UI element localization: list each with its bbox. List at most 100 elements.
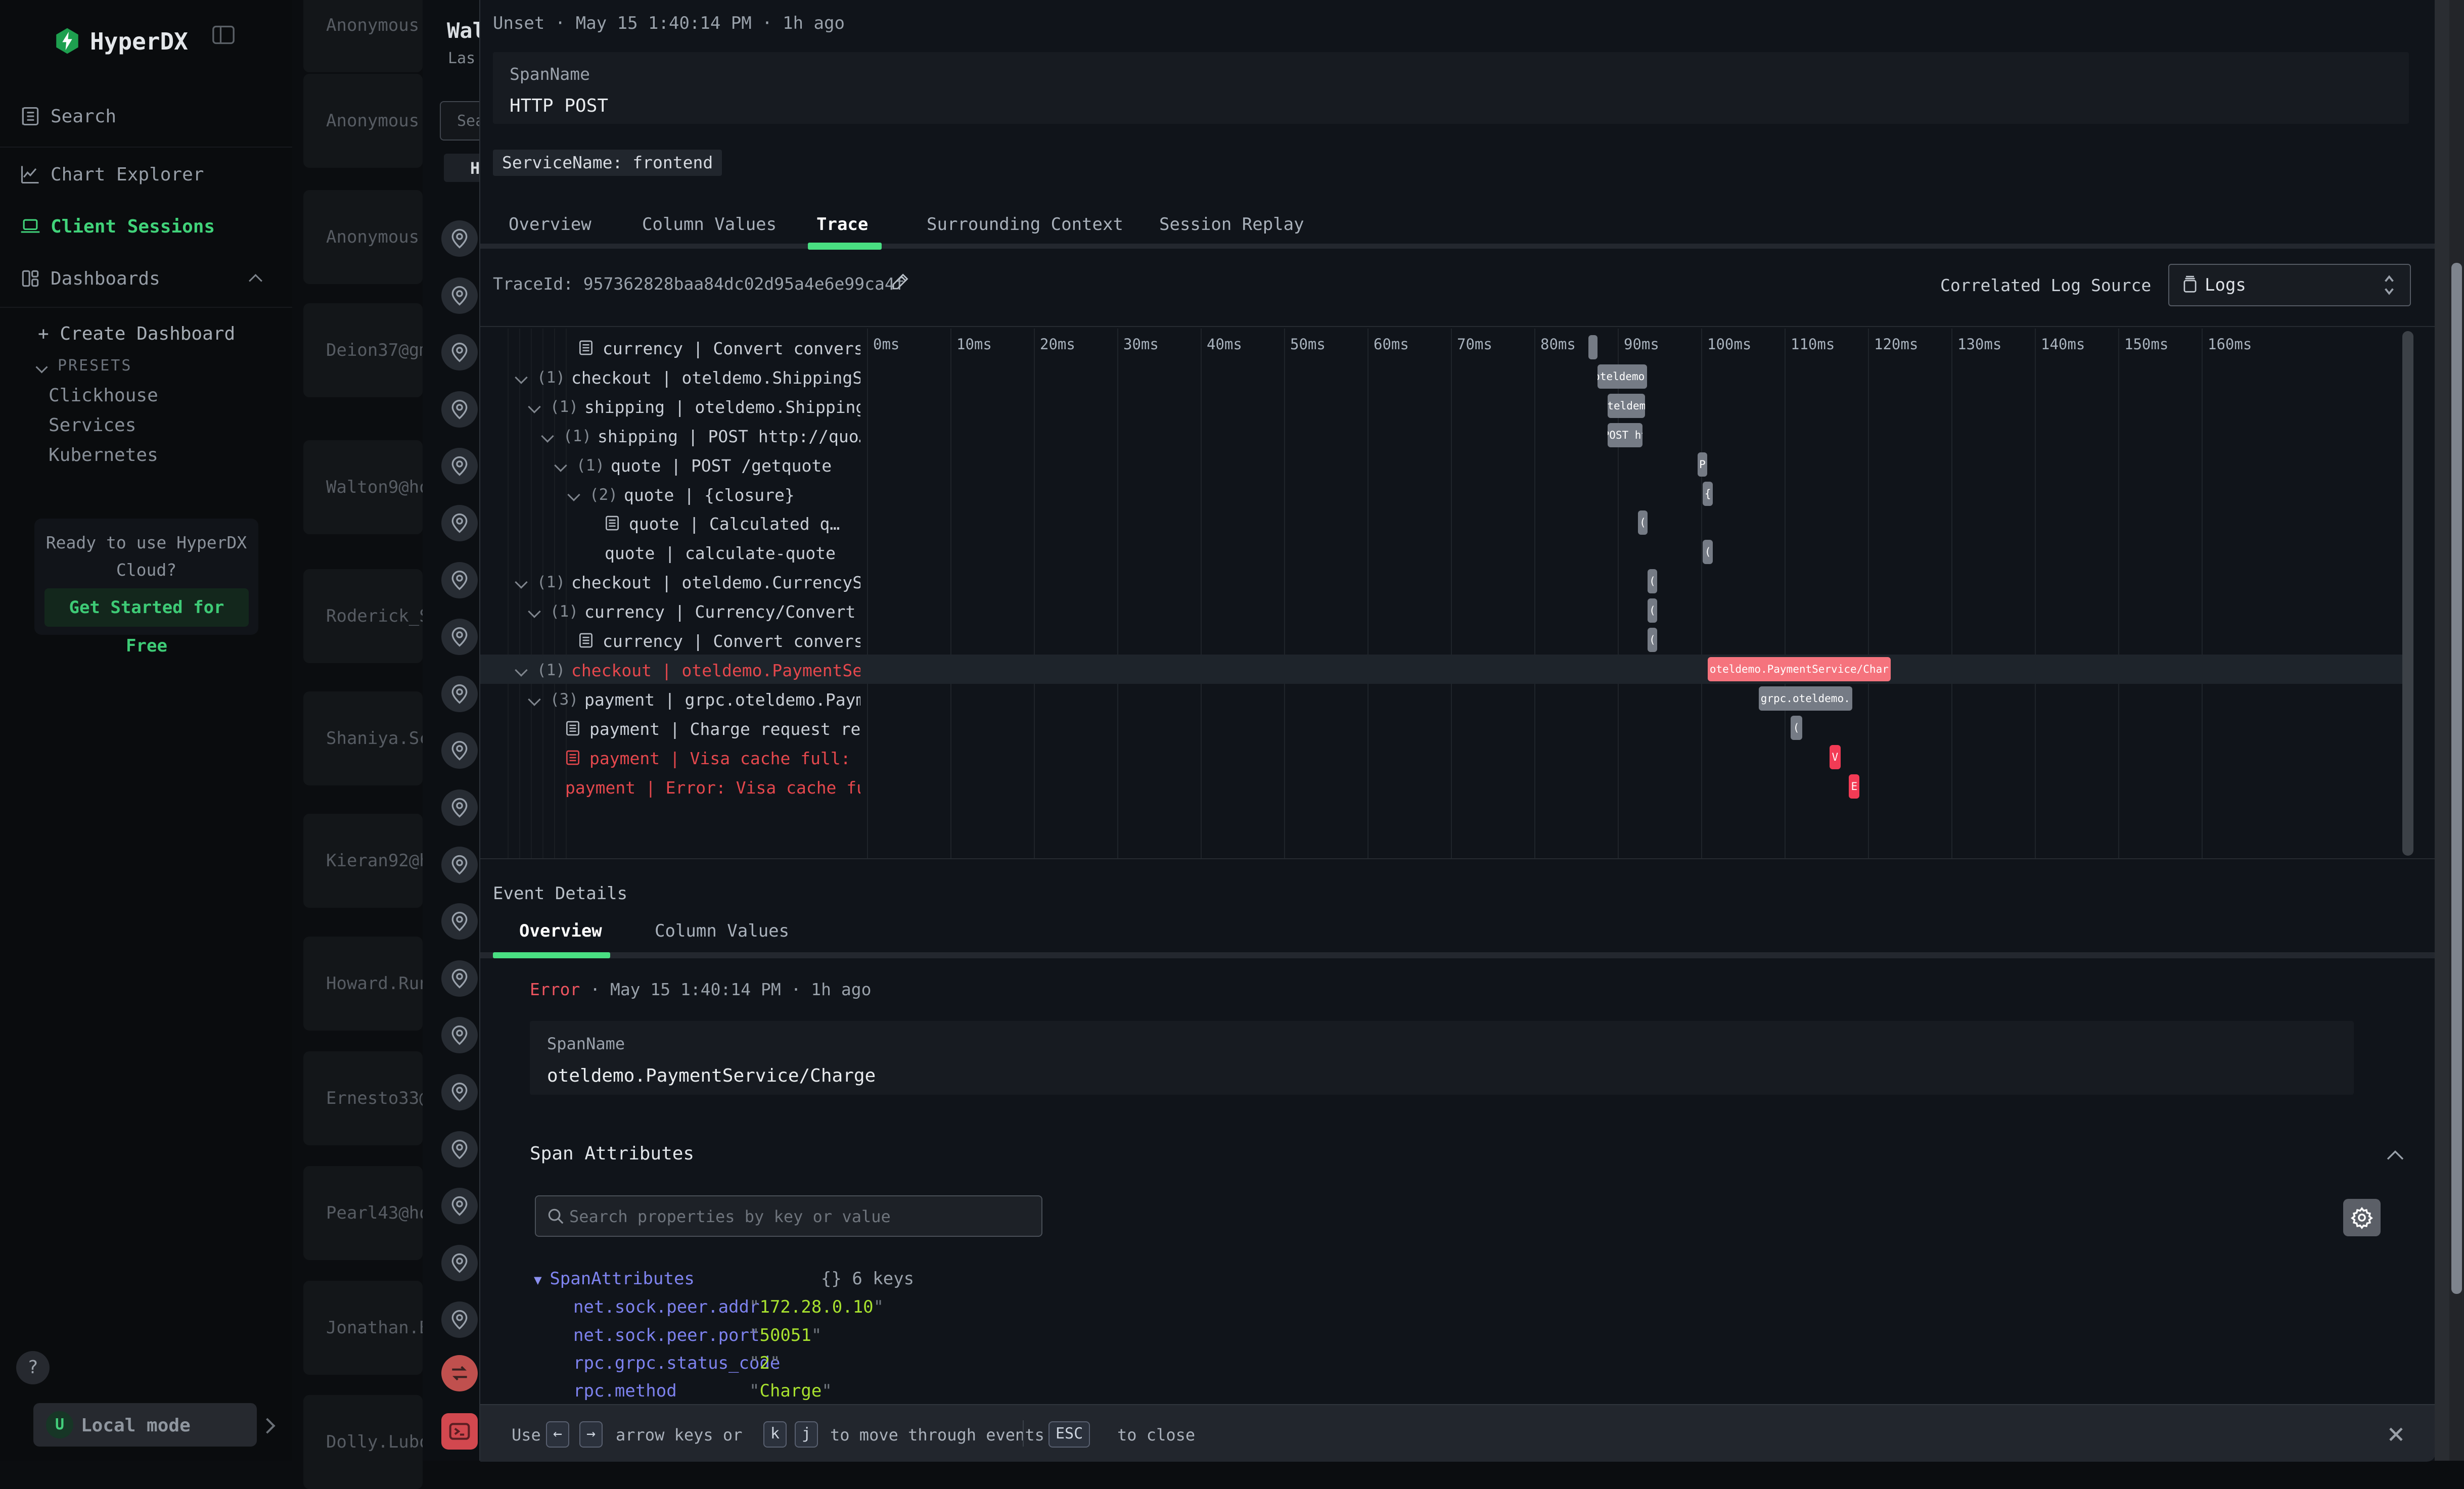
span-duration-bar[interactable]: grpc.oteldemo. — [1759, 686, 1852, 711]
location-pin-icon[interactable] — [441, 1074, 478, 1110]
location-pin-icon[interactable] — [441, 562, 478, 598]
location-pin-icon[interactable] — [441, 1131, 478, 1168]
tab-column-values[interactable]: Column Values — [655, 921, 789, 941]
span-duration-bar[interactable]: ( — [1638, 510, 1648, 535]
session-card[interactable]: Anonymous — [303, 74, 423, 168]
trace-span-row[interactable]: (1)currency | Currency/Convert( — [480, 596, 2402, 625]
session-card[interactable]: Ernesto33@ — [303, 1051, 423, 1145]
trace-span-row[interactable]: (3)payment | grpc.oteldemo.Paymen…grpc.o… — [480, 684, 2402, 713]
span-duration-bar[interactable] — [1588, 335, 1598, 359]
tab-surrounding-context[interactable]: Surrounding Context — [927, 214, 1123, 235]
trace-span-row[interactable]: currency | Convert convers… — [480, 333, 2402, 362]
location-pin-icon[interactable] — [441, 960, 478, 997]
sidebar-collapse-icon[interactable] — [212, 25, 235, 44]
sidebar-item-chart-explorer[interactable]: Chart Explorer — [0, 152, 292, 197]
tab-overview[interactable]: Overview — [519, 921, 602, 941]
chevron-down-icon[interactable] — [541, 430, 554, 442]
session-card[interactable]: Anonymous — [303, 0, 423, 72]
session-card[interactable]: Roderick_S — [303, 569, 423, 663]
error-event-terminal-icon[interactable] — [441, 1413, 478, 1450]
location-pin-icon[interactable] — [441, 505, 478, 541]
span-duration-bar[interactable]: P — [1698, 452, 1707, 477]
close-icon[interactable]: × — [2387, 1416, 2405, 1451]
span-duration-bar[interactable]: ( — [1648, 628, 1657, 652]
location-pin-icon[interactable] — [441, 789, 478, 826]
location-pin-icon[interactable] — [441, 391, 478, 428]
session-card[interactable]: Howard.Run — [303, 937, 423, 1031]
page-scrollbar[interactable] — [2449, 0, 2464, 1461]
tab-overview[interactable]: Overview — [509, 214, 591, 235]
session-card[interactable]: Walton9@ho — [303, 440, 423, 534]
help-button[interactable]: ? — [16, 1351, 50, 1384]
location-pin-icon[interactable] — [441, 1245, 478, 1281]
sidebar-item-preset-kubernetes[interactable]: Kubernetes — [49, 445, 158, 466]
local-mode-button[interactable]: U Local mode — [33, 1403, 257, 1447]
sidebar-item-preset-services[interactable]: Services — [49, 415, 136, 436]
span-duration-bar[interactable]: ( — [1791, 716, 1802, 740]
trace-span-row[interactable]: quote | Calculated q…( — [480, 508, 2402, 537]
edit-icon[interactable] — [891, 271, 911, 291]
trace-span-row[interactable]: payment | Error: Visa cache ful…E — [480, 772, 2402, 801]
sidebar-item-client-sessions[interactable]: Client Sessions — [0, 204, 292, 249]
span-duration-bar[interactable]: ( — [1703, 540, 1713, 564]
location-pin-icon[interactable] — [441, 1301, 478, 1338]
attributes-search-input[interactable]: Search properties by key or value — [535, 1195, 1042, 1237]
span-duration-bar[interactable]: oteldemo.PaymentService/Char — [1708, 657, 1890, 681]
trace-span-row[interactable]: (1)checkout | oteldemo.PaymentServi…otel… — [480, 655, 2402, 684]
location-pin-icon[interactable] — [441, 277, 478, 314]
session-search-input[interactable]: Sea — [440, 101, 479, 141]
location-pin-icon[interactable] — [441, 1188, 478, 1224]
chevron-down-icon[interactable] — [528, 605, 540, 618]
tab-trace[interactable]: Trace — [816, 214, 868, 235]
span-duration-bar[interactable]: { — [1703, 482, 1713, 506]
span-duration-bar[interactable]: ( — [1648, 598, 1657, 623]
attribute-key[interactable]: net.sock.peer.port — [573, 1325, 759, 1345]
sidebar-item-dashboards[interactable]: Dashboards — [0, 256, 292, 301]
location-pin-icon[interactable] — [441, 1017, 478, 1053]
chevron-down-icon[interactable] — [554, 459, 567, 472]
scrollbar-thumb[interactable] — [2451, 263, 2462, 1294]
session-card[interactable]: Jonathan.B — [303, 1281, 423, 1375]
span-duration-bar[interactable]: V — [1830, 745, 1840, 769]
span-duration-bar[interactable]: ( — [1648, 569, 1657, 593]
session-card[interactable]: Anonymous — [303, 190, 423, 284]
trace-span-row[interactable]: payment | Charge request rec…( — [480, 713, 2402, 742]
trace-span-row[interactable]: (1)shipping | POST http://quo…POST ht — [480, 421, 2402, 450]
span-duration-bar[interactable]: POST ht — [1608, 423, 1642, 447]
error-event-swap-icon[interactable] — [441, 1355, 478, 1391]
chevron-down-icon[interactable] — [515, 576, 527, 588]
trace-span-row[interactable]: currency | Convert convers…( — [480, 625, 2402, 655]
session-card[interactable]: Deion37@gm — [303, 303, 423, 397]
attribute-value[interactable]: "Charge" — [749, 1381, 832, 1401]
span-duration-bar[interactable]: oteldemo — [1608, 394, 1645, 418]
attribute-key[interactable]: net.sock.peer.addr — [573, 1297, 759, 1317]
waterfall-scrollbar[interactable] — [2402, 331, 2413, 856]
span-duration-bar[interactable]: oteldemo. — [1598, 364, 1647, 389]
session-card[interactable]: Dolly.Lubo — [303, 1395, 423, 1489]
gear-icon[interactable] — [2343, 1199, 2381, 1236]
session-card[interactable]: Pearl43@ho — [303, 1166, 423, 1260]
get-started-button[interactable]: Get Started for Free — [44, 588, 249, 627]
session-card[interactable]: Shaniya.Sc — [303, 691, 423, 785]
chevron-down-icon[interactable] — [528, 693, 540, 706]
location-pin-icon[interactable] — [441, 732, 478, 769]
collapse-section-icon[interactable] — [2385, 1147, 2405, 1162]
attributes-root-row[interactable]: ▼ SpanAttributes{} 6 keys — [534, 1269, 914, 1289]
sidebar-item-preset-clickhouse[interactable]: Clickhouse — [49, 385, 158, 406]
chevron-down-icon[interactable] — [528, 400, 540, 413]
chevron-down-icon[interactable] — [515, 664, 527, 676]
trace-span-row[interactable]: payment | Visa cache full: c…V — [480, 742, 2402, 772]
session-filter-button[interactable]: H — [444, 154, 479, 182]
attribute-value[interactable]: "172.28.0.10" — [749, 1297, 884, 1317]
session-card[interactable]: Kieran92@h — [303, 814, 423, 908]
trace-span-row[interactable]: (2)quote | {closure}{ — [480, 479, 2402, 508]
chevron-down-icon[interactable] — [515, 371, 527, 384]
trace-span-row[interactable]: (1)shipping | oteldemo.Shipping…oteldemo — [480, 391, 2402, 421]
sidebar-item-search[interactable]: Search — [0, 94, 292, 139]
trace-span-row[interactable]: (1)quote | POST /getquoteP — [480, 450, 2402, 479]
location-pin-icon[interactable] — [441, 448, 478, 484]
tab-column-values[interactable]: Column Values — [642, 214, 777, 235]
location-pin-icon[interactable] — [441, 619, 478, 655]
trace-span-row[interactable]: quote | calculate-quote( — [480, 537, 2402, 567]
log-source-select[interactable]: Logs — [2168, 264, 2411, 306]
